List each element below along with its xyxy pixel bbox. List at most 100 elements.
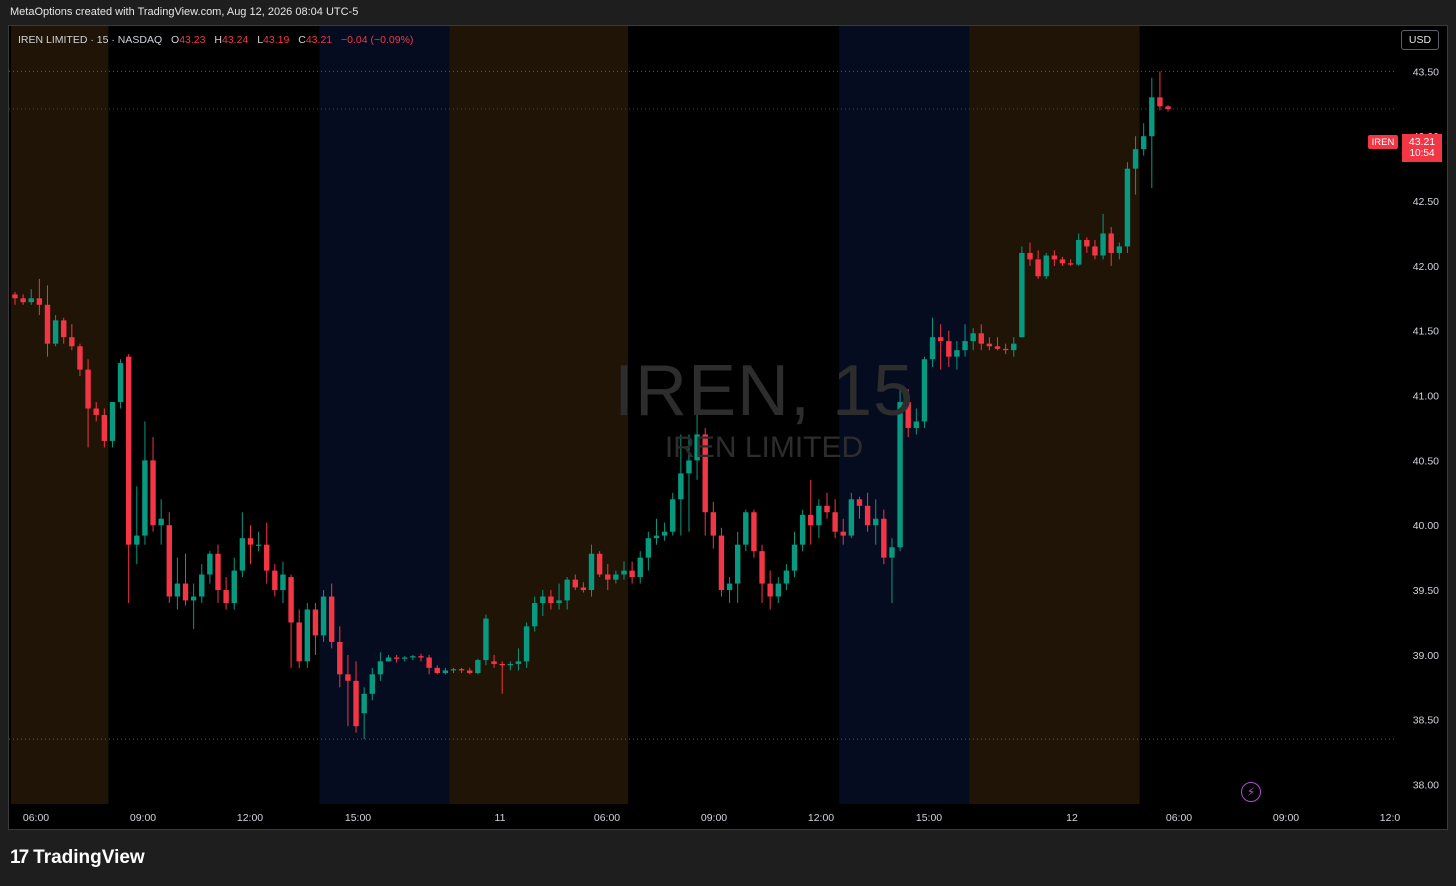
candle-up <box>190 596 197 601</box>
legend-low: 43.19 <box>263 34 290 46</box>
candle-down <box>93 408 99 415</box>
candle-up <box>1011 343 1017 351</box>
bar-countdown: 10:54 <box>1409 148 1435 159</box>
candle-up <box>873 518 879 526</box>
candle-down <box>215 553 221 591</box>
candle-down <box>182 583 189 601</box>
candle-down <box>272 570 278 591</box>
legend-change: −0.04 (−0.09%) <box>341 34 414 46</box>
candle-up <box>613 574 619 580</box>
candle-up <box>564 579 570 601</box>
candle-down <box>856 499 863 506</box>
candle-down <box>426 657 432 668</box>
candle-down <box>994 346 1001 349</box>
candle-down <box>548 596 554 604</box>
candle-down <box>596 553 603 575</box>
price-tick-label: 38.50 <box>1413 715 1439 727</box>
candle-down <box>1092 246 1098 256</box>
candle-up <box>653 535 660 539</box>
time-tick-label: 12:0 <box>1380 812 1401 824</box>
candle-down <box>1059 259 1066 264</box>
price-axis: 43.5043.0042.5042.0041.5041.0040.5040.00… <box>1413 66 1439 791</box>
time-tick-label: 11 <box>495 812 506 824</box>
candle-down <box>986 343 993 347</box>
candle-up <box>483 618 489 661</box>
tv-logo-text: TradingView <box>33 847 145 868</box>
currency-button[interactable]: USD <box>1401 30 1439 50</box>
candle-up <box>507 663 514 666</box>
time-tick-label: 06:00 <box>594 812 620 824</box>
candle-down <box>458 669 465 671</box>
time-tick-label: 12:00 <box>237 812 263 824</box>
candle-down <box>393 657 400 659</box>
price-tick-label: 42.00 <box>1413 261 1439 273</box>
candle-up <box>556 600 562 604</box>
candle-up <box>385 657 392 662</box>
candle-up <box>531 603 538 627</box>
candle-down <box>1157 97 1163 107</box>
time-axis: 06:00 09:00 12:00 15:00 11 06:00 09:00 12:00 15:… <box>23 812 1401 824</box>
candle-down <box>264 544 270 571</box>
candle-down <box>840 531 846 536</box>
legend-high: 43.24 <box>222 34 249 46</box>
candle-down <box>824 505 830 513</box>
candle-up <box>743 512 749 545</box>
price-tick-label: 40.00 <box>1413 520 1439 532</box>
candle-down <box>1165 106 1171 109</box>
candle-up <box>239 538 246 571</box>
candle-down <box>418 656 424 658</box>
candle-down <box>718 535 725 591</box>
candle-down <box>223 590 229 604</box>
candle-down <box>288 577 294 623</box>
last-price-tag: 43.21 10:54 <box>1402 134 1442 162</box>
candle-up <box>1149 97 1155 137</box>
session-band-premarket <box>449 26 629 804</box>
candle-down <box>864 505 871 526</box>
candle-up <box>588 553 595 591</box>
candle-down <box>937 337 944 342</box>
candle-up <box>1132 149 1139 169</box>
candle-down <box>491 661 497 664</box>
candle-up <box>621 570 627 575</box>
candle-up <box>52 320 59 344</box>
candle-up <box>645 538 652 558</box>
candle-up <box>475 660 481 674</box>
candle-up <box>231 570 237 604</box>
price-tick-label: 39.50 <box>1413 585 1439 597</box>
legend-symbol: IREN LIMITED · 15 · NASDAQ <box>18 34 163 46</box>
candle-down <box>702 434 708 513</box>
candle-down <box>337 641 343 675</box>
candle-up <box>678 473 684 500</box>
candle-down <box>77 346 83 370</box>
tv-mark-icon: 17 <box>10 847 29 868</box>
candle-down <box>1027 252 1033 260</box>
candle-up <box>523 626 530 662</box>
candle-up <box>889 547 895 558</box>
candle-up <box>791 544 798 571</box>
time-tick-label: 15:00 <box>916 812 942 824</box>
candle-up <box>377 661 384 675</box>
candle-up <box>361 693 367 714</box>
candle-up <box>1100 233 1106 256</box>
candle-up <box>661 531 668 536</box>
candle-up <box>929 337 936 360</box>
candle-up <box>848 499 855 536</box>
candle-down <box>20 298 26 303</box>
candle-down <box>353 680 359 727</box>
candle-up <box>783 570 790 584</box>
symbol-price-tag: IREN <box>1368 135 1398 149</box>
candle-down <box>125 356 132 545</box>
legend-open: 43.23 <box>179 34 206 46</box>
candlestick-chart[interactable]: 43.5043.0042.5042.0041.5041.0040.5040.00… <box>9 26 1448 830</box>
candle-up <box>686 460 692 474</box>
chart-panel[interactable]: 43.5043.0042.5042.0041.5041.0040.5040.00… <box>8 25 1448 830</box>
tradingview-logo[interactable]: 17 TradingView <box>10 847 145 869</box>
lightning-icon[interactable]: ⚡ <box>1241 782 1261 802</box>
candle-down <box>312 609 319 636</box>
candle-down <box>1035 259 1041 277</box>
candle-down <box>1108 233 1114 253</box>
candle-up <box>954 350 960 357</box>
candle-up <box>962 341 968 351</box>
candle-up <box>897 402 903 548</box>
candle-down <box>36 298 43 305</box>
